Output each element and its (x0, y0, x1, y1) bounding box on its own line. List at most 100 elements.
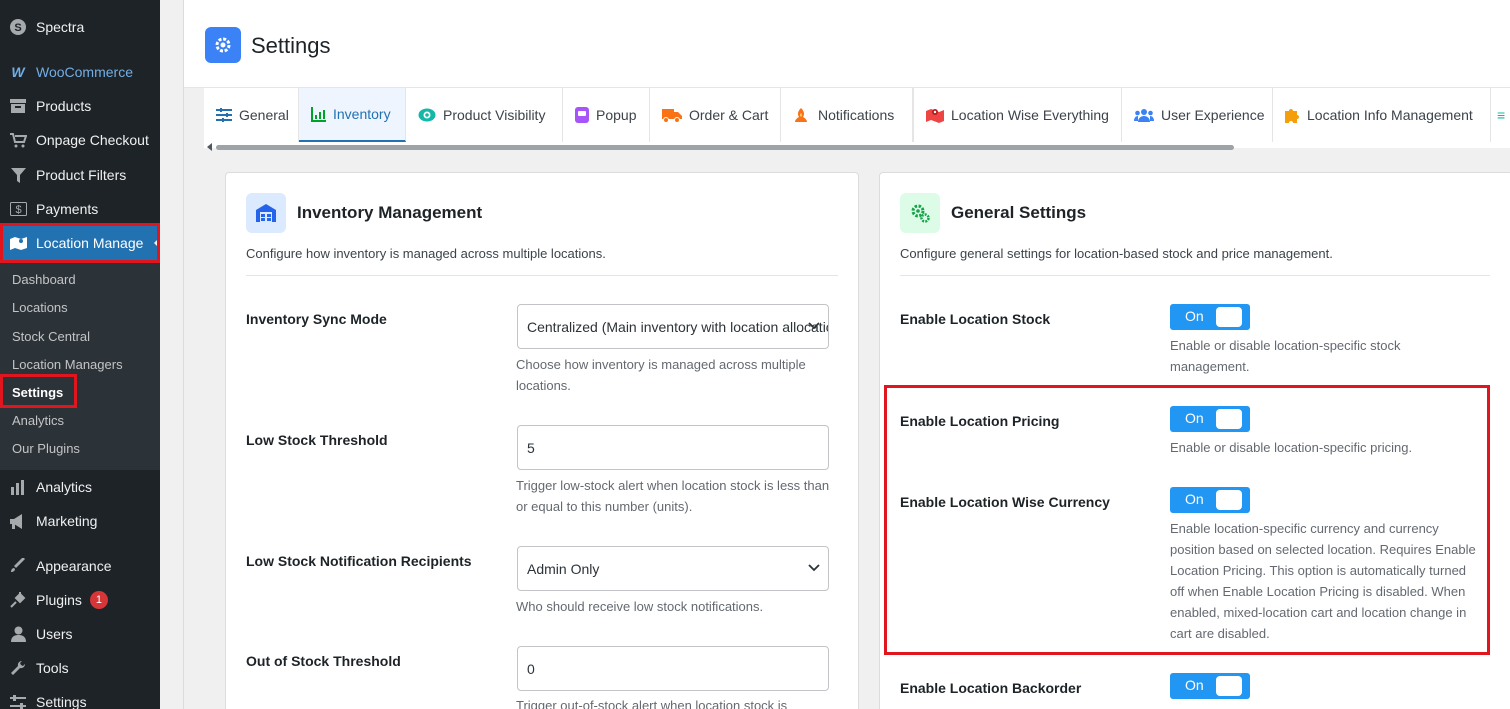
enable-location-pricing-label: Enable Location Pricing (900, 413, 1060, 429)
list-icon: ≡ (1497, 107, 1506, 123)
scroll-left-arrow[interactable] (207, 143, 212, 151)
menu-location-manage[interactable]: Location Manage (0, 226, 160, 260)
sliders-icon (8, 692, 28, 709)
card-description: Configure how inventory is managed acros… (246, 246, 606, 261)
card-title: General Settings (951, 203, 1087, 222)
toggle-knob (1216, 307, 1242, 327)
low-stock-recipients-label: Low Stock Notification Recipients (246, 553, 472, 569)
menu-label: Onpage Checkout (36, 132, 149, 148)
tab-location-wise-everything[interactable]: Location Wise Everything (913, 88, 1122, 142)
submenu-dashboard[interactable]: Dashboard (12, 269, 76, 291)
menu-product-filters[interactable]: Product Filters (0, 158, 160, 192)
submenu-settings[interactable]: Settings (12, 382, 63, 404)
menu-woocommerce[interactable]: W WooCommerce (0, 55, 160, 89)
puzzle-icon (1285, 108, 1300, 123)
select-value: Admin Only (527, 560, 600, 577)
tab-user-experience[interactable]: User Experience (1122, 88, 1273, 142)
inventory-sync-mode-help: Choose how inventory is managed across m… (516, 357, 806, 393)
inventory-sync-mode-select[interactable]: Centralized (Main inventory with locatio… (517, 304, 829, 349)
tab-notifications[interactable]: Notifications (780, 88, 913, 142)
brush-icon (8, 556, 28, 576)
menu-label: Plugins (36, 592, 82, 608)
divider (246, 275, 838, 276)
tab-label: User Experience (1161, 107, 1265, 123)
users-icon (1134, 108, 1154, 122)
menu-settings[interactable]: Settings (0, 685, 160, 709)
submenu-our-plugins[interactable]: Our Plugins (12, 438, 80, 460)
low-stock-threshold-help: Trigger low-stock alert when location st… (516, 478, 830, 514)
menu-label: Spectra (36, 19, 85, 35)
tab-general[interactable]: General (204, 88, 299, 142)
chevron-down-icon (808, 322, 820, 330)
submenu-stock-central[interactable]: Stock Central (12, 326, 90, 348)
menu-appearance[interactable]: Appearance (0, 549, 160, 583)
input-value: 0 (527, 660, 535, 677)
tab-label: Notifications (818, 107, 895, 123)
tabs-scrollbar[interactable] (216, 145, 1234, 150)
submenu-locations[interactable]: Locations (12, 297, 68, 319)
chart-icon (311, 106, 326, 122)
menu-plugins[interactable]: Plugins 1 (0, 583, 160, 617)
menu-label: Payments (36, 201, 99, 217)
cart-icon (8, 130, 28, 150)
enable-location-pricing-toggle[interactable]: On (1170, 406, 1250, 432)
chevron-down-icon (808, 564, 820, 572)
admin-sidebar: S Spectra W WooCommerce Products Onpage … (0, 0, 160, 709)
toggle-knob (1216, 490, 1242, 510)
svg-text:S: S (14, 22, 21, 34)
menu-marketing[interactable]: Marketing (0, 504, 160, 538)
menu-tools[interactable]: Tools (0, 651, 160, 685)
location-manage-submenu: Dashboard Locations Stock Central Locati… (0, 262, 160, 470)
warehouse-icon (246, 193, 286, 233)
truck-icon (662, 108, 682, 123)
menu-spectra[interactable]: S Spectra (0, 10, 160, 44)
menu-label: Location Manage (36, 235, 144, 251)
bell-icon (795, 108, 807, 122)
toggle-state: On (1185, 677, 1204, 693)
popup-icon (575, 107, 589, 123)
menu-label: WooCommerce (36, 64, 133, 80)
menu-analytics[interactable]: Analytics (0, 470, 160, 504)
woo-icon: W (11, 64, 25, 80)
enable-location-wise-currency-help: Enable location-specific currency and cu… (1170, 521, 1476, 641)
input-value: 5 (527, 439, 535, 456)
card-title: Inventory Management (297, 203, 483, 222)
menu-users[interactable]: Users (0, 617, 160, 651)
page-header: Settings (184, 0, 1510, 88)
enable-location-stock-toggle[interactable]: On (1170, 304, 1250, 330)
tab-inventory[interactable]: Inventory (299, 88, 406, 142)
tab-location-info-management[interactable]: Location Info Management (1273, 88, 1491, 142)
menu-payments[interactable]: $ Payments (0, 192, 160, 226)
out-of-stock-threshold-label: Out of Stock Threshold (246, 653, 401, 669)
enable-location-wise-currency-toggle[interactable]: On (1170, 487, 1250, 513)
tab-label: Location Info Management (1307, 107, 1473, 123)
menu-label: Product Filters (36, 167, 127, 183)
enable-location-backorder-toggle[interactable]: On (1170, 673, 1250, 699)
enable-location-pricing-help: Enable or disable location-specific pric… (1170, 440, 1413, 455)
tab-more[interactable]: ≡ (1491, 88, 1510, 142)
tab-popup[interactable]: Popup (563, 88, 650, 142)
inventory-sync-mode-label: Inventory Sync Mode (246, 311, 387, 327)
enable-location-stock-label: Enable Location Stock (900, 311, 1051, 327)
low-stock-recipients-select[interactable]: Admin Only (517, 546, 829, 591)
tab-label: General (239, 107, 289, 123)
settings-tabs: General Inventory Product Visibility Pop… (204, 88, 1510, 151)
toggle-knob (1216, 409, 1242, 429)
low-stock-threshold-input[interactable]: 5 (517, 425, 829, 470)
current-menu-arrow (154, 237, 160, 249)
page-title: Settings (251, 33, 331, 58)
menu-onpage-checkout[interactable]: Onpage Checkout (0, 123, 160, 157)
menu-label: Products (36, 98, 92, 114)
archive-icon (8, 96, 28, 116)
submenu-location-managers[interactable]: Location Managers (12, 354, 123, 376)
toggle-state: On (1185, 410, 1204, 426)
enable-location-stock-help: Enable or disable location-specific stoc… (1170, 338, 1401, 374)
map-icon (926, 107, 944, 123)
tab-product-visibility[interactable]: Product Visibility (406, 88, 563, 142)
tab-label: Location Wise Everything (951, 107, 1109, 123)
out-of-stock-threshold-input[interactable]: 0 (517, 646, 829, 691)
menu-products[interactable]: Products (0, 89, 160, 123)
menu-label: Marketing (36, 513, 98, 529)
gear-icon (205, 27, 241, 63)
submenu-analytics[interactable]: Analytics (12, 410, 64, 432)
